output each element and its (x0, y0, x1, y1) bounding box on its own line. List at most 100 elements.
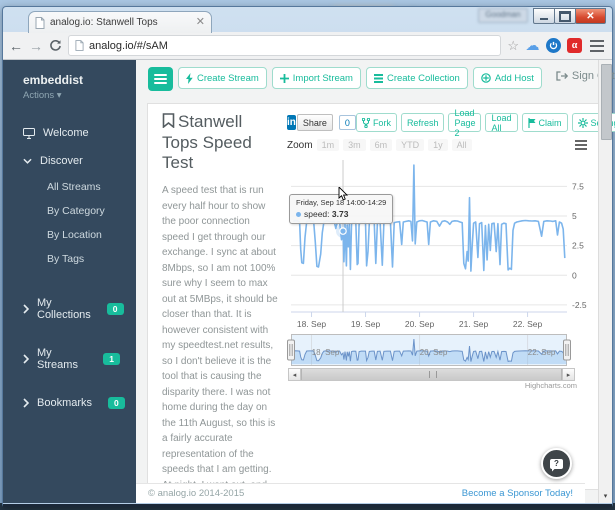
sidebar-toggle-button[interactable] (148, 67, 173, 91)
monitor-icon (23, 127, 35, 139)
range-3m[interactable]: 3m (343, 139, 366, 151)
zoom-range-bar: Zoom 1m 3m 6m YTD 1y All (287, 139, 595, 151)
forward-icon[interactable]: → (29, 39, 43, 53)
actions-dropdown[interactable]: Actions ▾ (3, 90, 136, 101)
plus-icon (279, 73, 289, 83)
refresh-button[interactable]: Refresh (400, 113, 445, 132)
collection-icon (373, 73, 383, 83)
create-stream-button[interactable]: Create Stream (178, 67, 267, 89)
browser-window: analog.io: Stanwell Tops ✕ Goodman ✕ ← →… (2, 6, 615, 507)
svg-text:20. Sep: 20. Sep (405, 319, 435, 329)
tab-close-icon[interactable]: ✕ (196, 17, 205, 28)
svg-text:7.5: 7.5 (572, 181, 584, 191)
scroll-down-icon[interactable]: ▾ (599, 492, 612, 500)
chart-context-menu-icon[interactable] (575, 140, 587, 150)
sidebar-item-my-collections[interactable]: My Collections 0 (3, 289, 136, 329)
desktop: { "desktop": { "background_window_title"… (0, 0, 615, 510)
stream-title: Stanwell Tops Speed Test (162, 112, 252, 173)
browser-toolbar: ← → analog.io/#/sAM ☆ ☁ α (3, 32, 612, 60)
back-icon[interactable]: ← (9, 39, 23, 53)
browser-scrollbar[interactable]: ▾ (598, 60, 612, 503)
svg-text:20. Sep: 20. Sep (420, 348, 448, 357)
tooltip-value: speed: 3.73 (296, 209, 386, 219)
chrome-menu-icon[interactable] (588, 39, 606, 52)
svg-text:19. Sep: 19. Sep (351, 319, 381, 329)
antivirus-extension-icon[interactable]: α (567, 38, 582, 53)
linkedin-share-button[interactable]: Share (296, 114, 333, 131)
sidebar-item-bookmarks[interactable]: Bookmarks 0 (3, 389, 136, 417)
svg-text:22. Sep: 22. Sep (513, 319, 543, 329)
browser-scrollbar-thumb[interactable] (601, 64, 612, 140)
cloud-extension-icon[interactable]: ☁ (525, 37, 540, 53)
copyright-text: © analog.io 2014-2015 (148, 488, 245, 499)
fork-button[interactable]: Fork (355, 113, 397, 132)
bookmark-icon (162, 113, 175, 132)
scroll-right-icon[interactable]: ▸ (562, 369, 574, 380)
streams-count-badge: 1 (103, 353, 120, 365)
sidebar-item-welcome[interactable]: Welcome (3, 119, 136, 147)
bookmark-star-icon[interactable]: ☆ (507, 39, 519, 52)
tab-title: analog.io: Stanwell Tops (50, 17, 158, 28)
globe-plus-icon (481, 73, 491, 83)
range-6m[interactable]: 6m (369, 139, 393, 151)
import-stream-button[interactable]: Import Stream (271, 67, 361, 89)
range-1m[interactable]: 1m (316, 139, 340, 151)
linkedin-icon[interactable]: in (287, 115, 296, 130)
share-count: 0 (338, 115, 356, 130)
bolt-icon (186, 72, 193, 84)
chart-scrollbar[interactable]: ◂ ▸ (288, 368, 575, 381)
minimize-button[interactable] (533, 8, 555, 24)
sidebar-item-my-streams[interactable]: My Streams 1 (3, 339, 136, 379)
url-text: analog.io/#/sAM (89, 39, 168, 52)
load-page-2-button[interactable]: Load Page 2 (448, 108, 482, 138)
help-button[interactable]: ? (541, 448, 572, 479)
flag-icon (527, 117, 535, 128)
series-dot-icon (296, 212, 301, 217)
load-all-button[interactable]: Load All (485, 113, 518, 133)
svg-text:2.5: 2.5 (572, 241, 584, 251)
close-button[interactable]: ✕ (575, 8, 606, 24)
svg-text:5: 5 (572, 211, 577, 221)
sidebar-item-by-location[interactable]: By Location (3, 223, 136, 247)
range-ytd[interactable]: YTD (396, 139, 425, 151)
svg-text:0: 0 (572, 270, 577, 280)
fork-icon (361, 117, 370, 128)
sidebar-item-discover[interactable]: Discover (3, 147, 136, 175)
sponsor-link[interactable]: Become a Sponsor Today! (462, 488, 573, 499)
add-host-button[interactable]: Add Host (472, 67, 542, 89)
question-mark-icon: ? (550, 458, 563, 469)
refresh-icon[interactable] (49, 39, 62, 52)
bookmarks-count-badge: 0 (108, 397, 125, 409)
url-bar[interactable]: analog.io/#/sAM (68, 35, 502, 56)
svg-text:18. Sep: 18. Sep (312, 348, 340, 357)
scrollbar-thumb[interactable] (301, 369, 562, 380)
svg-text:21. Sep: 21. Sep (459, 319, 489, 329)
stream-info: Stanwell Tops Speed Test A speed test th… (162, 112, 278, 487)
chevron-right-icon (23, 398, 29, 408)
highcharts-credit[interactable]: Highcharts.com (525, 381, 577, 390)
browser-tab[interactable]: analog.io: Stanwell Tops ✕ (28, 11, 212, 33)
page-favicon (35, 16, 45, 29)
power-extension-icon[interactable] (546, 38, 561, 53)
sidebar-item-all-streams[interactable]: All Streams (3, 175, 136, 199)
svg-text:22. Sep: 22. Sep (528, 348, 556, 357)
mouse-cursor (338, 187, 349, 201)
range-1y[interactable]: 1y (428, 139, 448, 151)
svg-text:18. Sep: 18. Sep (297, 319, 327, 329)
gear-icon (577, 117, 588, 128)
sidebar-item-by-tags[interactable]: By Tags (3, 247, 136, 271)
sidebar-item-by-category[interactable]: By Category (3, 199, 136, 223)
maximize-button[interactable] (554, 8, 576, 24)
svg-text:-2.5: -2.5 (572, 300, 587, 310)
page-content: embeddist Actions ▾ Welcome Discover All… (3, 60, 615, 503)
tab-strip: analog.io: Stanwell Tops ✕ Goodman ✕ (3, 7, 612, 33)
scroll-left-icon[interactable]: ◂ (289, 369, 301, 380)
claim-button[interactable]: Claim (521, 113, 568, 132)
app-toolbar: Create Stream Import Stream Create Colle… (136, 60, 615, 105)
chart-navigator[interactable]: 18. Sep 20. Sep 22. Sep (287, 334, 593, 368)
create-collection-button[interactable]: Create Collection (365, 67, 468, 89)
chart-column: in Share 0 Fork Refresh Load Page 2 Load… (287, 108, 615, 485)
range-all[interactable]: All (451, 139, 472, 151)
speed-chart[interactable]: 7.5 5 2.5 0 -2.5 18. Sep 19. Sep 20. Sep 21. Sep… (287, 154, 593, 332)
page-footer: © analog.io 2014-2015 Become a Sponsor T… (136, 483, 585, 503)
